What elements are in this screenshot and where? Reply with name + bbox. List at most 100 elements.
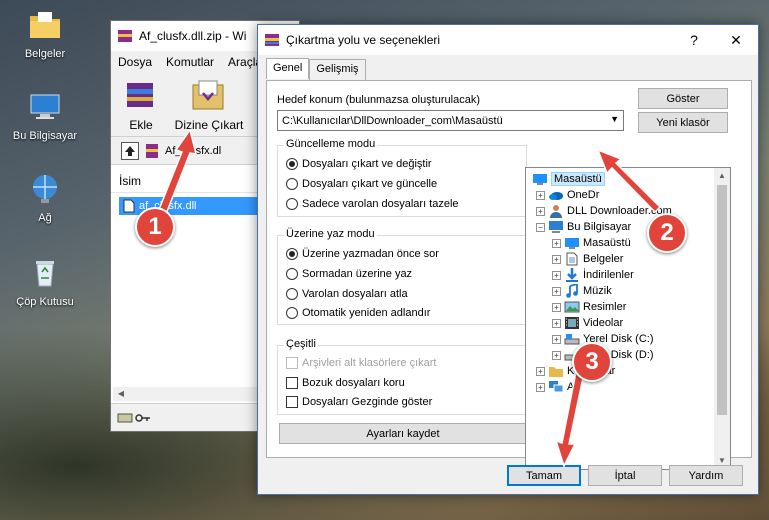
winrar-path[interactable]: Af_clusfx.dl [165,145,221,157]
expand-icon[interactable]: + [552,286,561,296]
tree-item-label: Masaüstü [551,172,605,186]
add-button[interactable]: Ekle [111,73,171,136]
extraction-dialog[interactable]: Çıkartma yolu ve seçenekleri ? ✕ Genel G… [257,24,759,495]
check-show-in-explorer[interactable]: Dosyaları Gezginde göster [286,396,432,408]
dialog-titlebar[interactable]: Çıkartma yolu ve seçenekleri ? ✕ [258,25,758,55]
tab-general[interactable]: Genel [266,58,310,79]
overwrite-mode-group: Üzerine yaz modu Üzerine yazmadan önce s… [277,228,527,325]
check-keep-broken[interactable]: Bozuk dosyaları koru [286,377,405,389]
destination-label: Hedef konum (bulunmazsa oluşturulacak) [277,94,480,106]
radio-auto-rename[interactable]: Otomatik yeniden adlandır [286,307,430,319]
tab-advanced[interactable]: Gelişmiş [309,59,366,80]
radio-indicator [286,198,298,210]
add-archive-icon [127,83,153,107]
tree-item-label: Masaüstü [583,237,631,249]
tree-item-documents[interactable]: + Belgeler [552,251,623,267]
help-button[interactable]: Yardım [669,465,743,486]
tree-item-desktop[interactable]: + Masaüstü [552,235,631,251]
close-button[interactable]: ✕ [716,25,756,55]
misc-group: Çeşitli Arşivleri alt klasörlere çıkart … [277,338,527,415]
radio-extract-replace[interactable]: Dosyaları çıkart ve değiştir [286,158,432,170]
expand-icon[interactable]: + [552,334,561,344]
radio-overwrite-without-ask[interactable]: Sormadan üzerine yaz [286,268,412,280]
winrar-app-icon [265,34,279,46]
tree-item-network[interactable]: + Ağ [536,379,580,395]
desktop-icon-computer[interactable]: Bu Bilgisayar [8,90,82,142]
radio-extract-update[interactable]: Dosyaları çıkart ve güncelle [286,178,437,190]
computer-icon [549,221,563,233]
help-title-button[interactable]: ? [674,25,714,55]
show-button[interactable]: Göster [638,88,728,109]
drive-key-icon [117,413,150,422]
expand-icon[interactable]: + [552,254,561,264]
tree-item-user[interactable]: + DLL Downloader.com [536,203,672,219]
expand-icon[interactable]: + [552,318,561,328]
tree-item-onedrive[interactable]: + OneDr [536,187,599,203]
desktop-icon-label: Ağ [38,212,52,224]
radio-indicator [286,158,298,170]
menu-dosya[interactable]: Dosya [111,55,159,69]
tree-item-music[interactable]: + Müzik [552,283,612,299]
tree-item-downloads[interactable]: + İndirilenler [552,267,634,283]
expand-icon[interactable]: + [536,206,545,216]
radio-freshen-existing[interactable]: Sadece varolan dosyaları tazele [286,198,459,210]
dialog-tabs: Genel Gelişmiş [266,58,366,80]
new-folder-button[interactable]: Yeni klasör [638,112,728,133]
scroll-up-icon[interactable]: ▲ [714,168,730,184]
radio-label: Dosyaları çıkart ve güncelle [302,178,438,190]
tree-item-label: OneDr [567,189,600,201]
checkbox-label: Arşivleri alt klasörlere çıkart [302,357,437,369]
scrollbar-thumb[interactable] [717,185,727,415]
radio-indicator [286,288,298,300]
menu-komutlar[interactable]: Komutlar [159,55,221,69]
desktop-icon [533,174,547,185]
dialog-title: Çıkartma yolu ve seçenekleri [286,33,441,47]
chevron-down-icon[interactable]: ▼ [610,114,619,124]
libraries-icon [549,367,563,377]
expand-icon[interactable]: + [552,302,561,312]
radio-skip-existing[interactable]: Varolan dosyaları atla [286,288,408,300]
desktop-icon-label: Bu Bilgisayar [12,130,78,142]
check-extract-subfolders: Arşivleri alt klasörlere çıkart [286,357,436,369]
desktop-icon-documents[interactable]: Belgeler [8,8,82,60]
radio-ask-before[interactable]: Üzerine yazmadan önce sor [286,248,439,260]
winrar-app-icon [118,30,132,42]
tree-item-pictures[interactable]: + Resimler [552,299,626,315]
tree-item-videos[interactable]: + Videolar [552,315,623,331]
up-folder-button[interactable] [121,141,139,160]
ok-button[interactable]: Tamam [507,465,581,486]
expand-icon[interactable]: + [536,382,545,392]
step-marker-2: 2 [647,213,687,253]
folder-tree[interactable]: Masaüstü + OneDr + DLL Downloader.com − … [525,167,731,470]
tree-vertical-scrollbar[interactable]: ▲ ▼ [714,168,730,469]
drive-icon [564,334,580,345]
expand-icon[interactable]: + [552,238,561,248]
desktop-icon [565,238,579,249]
radio-label: Sadece varolan dosyaları tazele [302,198,459,210]
desktop-icon-recycle-bin[interactable]: Çöp Kutusu [8,256,82,308]
collapse-icon[interactable]: − [536,222,545,232]
downloads-icon [566,268,578,282]
cancel-button[interactable]: İptal [588,465,662,486]
tree-item-desktop-root[interactable]: Masaüstü [532,171,605,187]
user-icon [550,205,562,218]
tree-item-label: Belgeler [583,253,624,265]
desktop-icon-label: Belgeler [24,48,66,60]
extract-to-label: Dizine Çıkart [174,118,244,132]
extract-to-button[interactable]: Dizine Çıkart [171,73,247,136]
expand-icon[interactable]: + [552,270,561,280]
expand-icon[interactable]: + [536,190,545,200]
radio-indicator [286,307,298,319]
tree-item-label: Ağ [567,381,581,393]
destination-combo[interactable]: C:\Kullanıcılar\DllDownloader_com\Masaüs… [277,110,624,131]
checkbox-indicator [286,377,298,389]
radio-label: Üzerine yazmadan önce sor [302,248,439,260]
videos-icon [565,317,579,329]
documents-icon [566,252,578,266]
tree-item-this-pc[interactable]: − Bu Bilgisayar [536,219,631,235]
folder-icon [30,12,60,38]
desktop-icon-network[interactable]: Ağ [8,172,82,224]
expand-icon[interactable]: + [536,366,545,376]
expand-icon[interactable]: + [552,350,561,360]
save-settings-button[interactable]: Ayarları kaydet [279,423,527,444]
